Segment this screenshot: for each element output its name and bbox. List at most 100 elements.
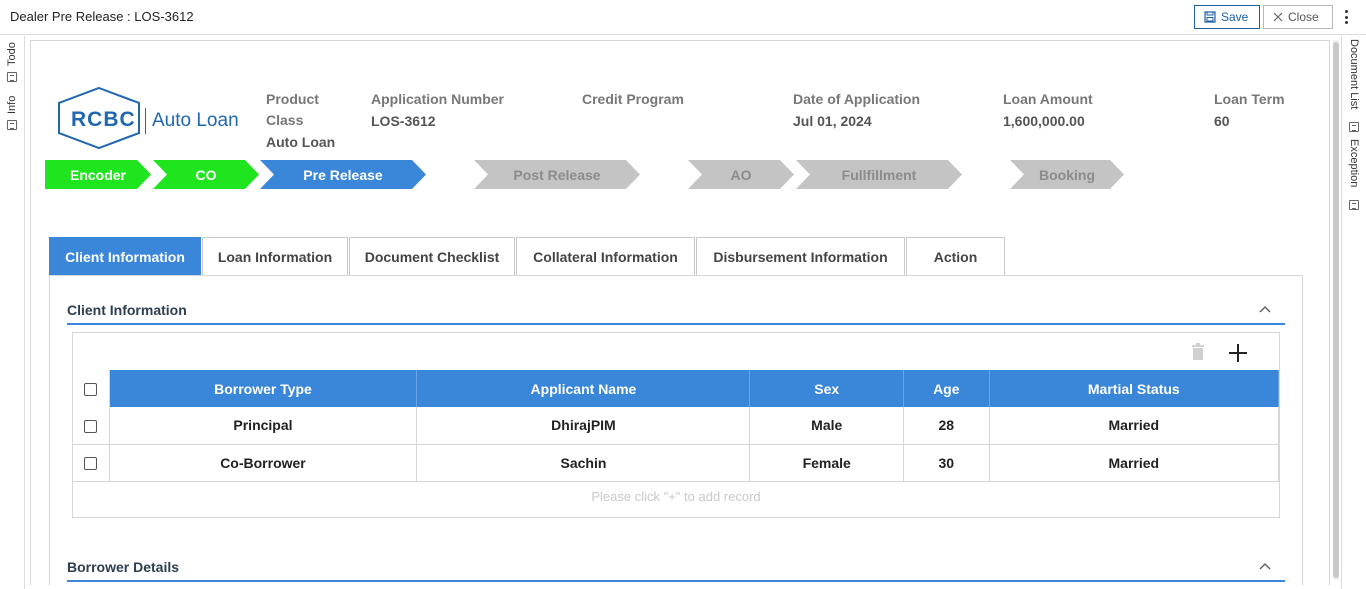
step-ao[interactable]: AO [688, 160, 794, 189]
step-label: Encoder [69, 166, 126, 183]
column-header[interactable]: Sex [749, 370, 904, 407]
exception-icon [1349, 200, 1359, 210]
step-label: Booking [1039, 166, 1095, 183]
application-number-label: Application Number [371, 91, 505, 107]
select-all-cell [73, 370, 110, 407]
info-tab-label: Info [6, 95, 18, 114]
application-number-value: LOS-3612 [371, 113, 436, 129]
date-of-application-field: Date of Application Jul 01, 2024 [793, 89, 920, 129]
save-button[interactable]: Save [1194, 5, 1260, 29]
document-list-label: Document List [1348, 39, 1360, 110]
save-button-label: Save [1221, 10, 1249, 24]
collapse-chevron-up-icon[interactable] [1259, 304, 1271, 316]
section-divider [67, 323, 1285, 325]
client-grid: Borrower Type Applicant Name Sex Age Mar… [72, 332, 1280, 518]
tab-bar: Client Information Loan Information Docu… [49, 237, 1006, 275]
step-label: Fullfillment [841, 166, 917, 183]
logo-product: Auto Loan [152, 110, 239, 131]
loan-term-field: Loan Term 60 [1214, 89, 1285, 129]
step-booking[interactable]: Booking [1010, 160, 1124, 189]
empty-hint: Please click "+" to add record [591, 489, 761, 504]
credit-program-label: Credit Program [582, 91, 684, 107]
left-rail: Todo Info [0, 36, 25, 589]
rcbc-logo: RCBC Auto Loan [53, 86, 253, 150]
tab-loan-information[interactable]: Loan Information [202, 237, 348, 275]
table-cell: Married [989, 407, 1280, 445]
tab-panel-client-information: Client Information Borrower Type Applica… [49, 275, 1303, 585]
column-header[interactable]: Age [903, 370, 990, 407]
step-label: AO [730, 166, 752, 183]
row-checkbox[interactable] [84, 457, 98, 471]
add-record-icon[interactable] [1228, 343, 1248, 363]
step-label: CO [195, 166, 217, 183]
tab-client-information[interactable]: Client Information [49, 237, 201, 275]
table-row[interactable]: Co-Borrower Sachin Female 30 Married [73, 444, 1280, 482]
row-select-cell [73, 444, 110, 482]
table-cell: Female [749, 444, 904, 482]
loan-amount-value: 1,600,000.00 [1003, 113, 1085, 129]
more-options-icon[interactable] [1340, 8, 1352, 26]
step-fullfillment[interactable]: Fullfillment [796, 160, 962, 189]
loan-amount-field: Loan Amount 1,600,000.00 [1003, 89, 1093, 129]
vertical-scrollbar[interactable] [1333, 40, 1339, 580]
date-label: Date of Application [793, 91, 921, 107]
product-class-field: Product Class Auto Loan [266, 89, 356, 150]
exception-tab[interactable]: Exception [1348, 139, 1360, 187]
right-rail: Document List Exception [1341, 36, 1366, 589]
section-divider [67, 580, 1285, 582]
tab-disbursement-information[interactable]: Disbursement Information [696, 237, 905, 275]
table-cell: Married [989, 444, 1280, 482]
step-co[interactable]: CO [153, 160, 259, 189]
step-encoder[interactable]: Encoder [45, 160, 151, 189]
todo-icon [7, 72, 17, 82]
collapse-chevron-up-icon[interactable] [1259, 561, 1271, 573]
table-cell: 28 [903, 407, 990, 445]
step-label: Pre Release [303, 166, 383, 183]
table-cell: DhirajPIM [416, 407, 751, 445]
client-information-title: Client Information [67, 302, 187, 318]
application-number-field: Application Number LOS-3612 [371, 89, 504, 129]
close-button[interactable]: Close [1263, 5, 1333, 29]
document-list-icon [1349, 122, 1359, 132]
tab-document-checklist[interactable]: Document Checklist [349, 237, 515, 275]
row-select-cell [73, 407, 110, 445]
credit-program-field: Credit Program [582, 89, 684, 113]
exception-label: Exception [1348, 139, 1360, 188]
todo-tab[interactable]: Todo [6, 42, 18, 66]
save-icon [1204, 11, 1216, 23]
column-header[interactable]: Applicant Name [416, 370, 751, 407]
step-label: Post Release [513, 166, 601, 183]
loan-term-value: 60 [1214, 113, 1230, 129]
loan-amount-label: Loan Amount [1003, 91, 1093, 107]
table-cell: Sachin [416, 444, 751, 482]
document-list-tab[interactable]: Document List [1348, 39, 1360, 109]
main-content: RCBC Auto Loan Product Class Auto Loan A… [30, 40, 1330, 585]
close-icon [1273, 12, 1283, 22]
table-row[interactable]: Principal DhirajPIM Male 28 Married [73, 407, 1280, 445]
client-table: Borrower Type Applicant Name Sex Age Mar… [73, 370, 1280, 482]
logo-divider [145, 108, 146, 134]
loan-term-label: Loan Term [1214, 91, 1285, 107]
step-post-release[interactable]: Post Release [474, 160, 640, 189]
table-cell: 30 [903, 444, 990, 482]
row-checkbox[interactable] [84, 420, 98, 434]
tab-action[interactable]: Action [906, 237, 1005, 275]
borrower-details-title: Borrower Details [67, 559, 180, 575]
info-tab[interactable]: Info [6, 96, 18, 114]
select-all-checkbox[interactable] [84, 383, 98, 397]
table-cell: Male [749, 407, 904, 445]
table-cell: Co-Borrower [109, 444, 418, 482]
product-class-label: Product Class [266, 91, 319, 128]
tab-collateral-information[interactable]: Collateral Information [516, 237, 695, 275]
product-class-value: Auto Loan [266, 134, 336, 150]
column-header[interactable]: Borrower Type [109, 370, 418, 407]
column-header[interactable]: Martial Status [989, 370, 1280, 407]
info-icon [7, 120, 17, 130]
delete-icon[interactable] [1191, 343, 1205, 361]
scrollbar-thumb[interactable] [1333, 42, 1339, 578]
step-pre-release[interactable]: Pre Release [260, 160, 426, 189]
date-value: Jul 01, 2024 [793, 113, 872, 129]
todo-tab-label: Todo [6, 42, 18, 66]
table-cell: Principal [109, 407, 418, 445]
window-title: Dealer Pre Release : LOS-3612 [10, 9, 194, 24]
